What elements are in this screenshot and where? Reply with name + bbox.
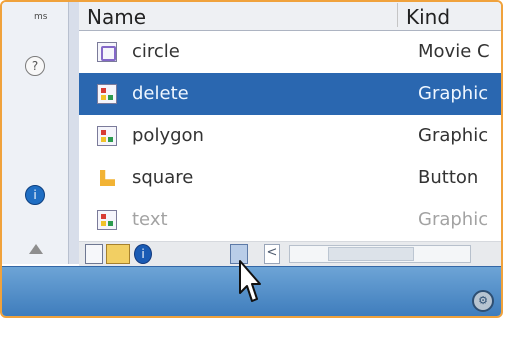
horizontal-scrollbar[interactable] <box>289 245 471 263</box>
settings-icon[interactable]: ⚙ <box>472 290 494 312</box>
item-name: polygon <box>132 125 204 146</box>
graphic-icon <box>97 126 117 146</box>
name-column-header[interactable]: Name <box>87 5 146 29</box>
mouse-cursor-icon <box>239 260 261 302</box>
item-kind: Movie C <box>418 41 490 62</box>
library-row-circle[interactable]: circle Movie C <box>79 31 501 73</box>
help-icon[interactable]: ? <box>25 56 45 76</box>
movie-clip-icon <box>97 42 117 62</box>
item-name: circle <box>132 41 180 62</box>
library-toolbar: i < <box>79 241 501 267</box>
library-row-text[interactable]: text Graphic <box>79 199 501 241</box>
item-name: text <box>132 209 168 230</box>
tool-strip: ms ? i <box>2 2 69 264</box>
properties-icon[interactable]: i <box>134 244 152 264</box>
library-row-delete[interactable]: delete Graphic <box>79 73 501 115</box>
scroll-left-button[interactable]: < <box>264 244 280 264</box>
column-divider <box>397 3 398 27</box>
item-kind: Graphic <box>418 125 489 146</box>
kind-column-header[interactable]: Kind <box>406 5 450 29</box>
item-kind: Graphic <box>418 209 489 230</box>
item-name: square <box>132 167 194 188</box>
new-symbol-icon[interactable] <box>85 244 103 264</box>
graphic-icon <box>97 84 117 104</box>
item-kind: Button <box>418 167 479 188</box>
panel-side-label: ms <box>34 12 48 22</box>
library-list: circle Movie C delete Graphic polygon Gr… <box>79 31 501 241</box>
button-icon <box>97 168 117 188</box>
new-folder-icon[interactable] <box>106 244 130 264</box>
library-row-polygon[interactable]: polygon Graphic <box>79 115 501 157</box>
library-row-square[interactable]: square Button <box>79 157 501 199</box>
item-kind: Graphic <box>418 83 489 104</box>
column-header-bar: Name Kind <box>79 2 501 31</box>
warning-icon <box>29 244 43 254</box>
graphic-icon <box>97 210 117 230</box>
scroll-thumb[interactable] <box>328 247 414 261</box>
info-icon[interactable]: i <box>25 185 45 205</box>
item-name: delete <box>132 83 189 104</box>
